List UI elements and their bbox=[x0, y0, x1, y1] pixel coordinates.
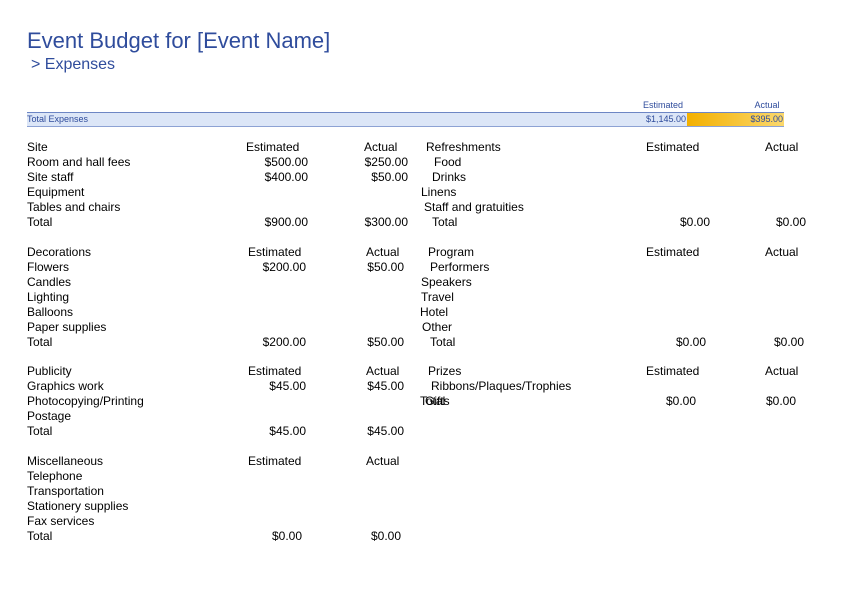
refreshments-actual-label: Actual bbox=[765, 140, 799, 154]
prizes-estimated-label: Estimated bbox=[646, 364, 700, 378]
misc-actual-label: Actual bbox=[366, 454, 400, 468]
site-estimated-label: Estimated bbox=[246, 140, 300, 154]
refreshments-item-label: Staff and gratuities bbox=[424, 200, 524, 214]
decorations-estimated-label: Estimated bbox=[248, 245, 302, 259]
site-item-actual: $50.00 bbox=[371, 170, 408, 184]
refreshments-total-estimated: $0.00 bbox=[679, 215, 710, 229]
publicity-total-label: Total bbox=[27, 424, 53, 438]
publicity-total-actual: $45.00 bbox=[367, 424, 404, 438]
misc-item-label: Fax services bbox=[27, 514, 95, 528]
site-item-estimated: $400.00 bbox=[264, 170, 308, 184]
decorations-actual-label: Actual bbox=[366, 245, 400, 259]
misc-estimated-label: Estimated bbox=[248, 454, 302, 468]
publicity-total-estimated: $45.00 bbox=[269, 424, 306, 438]
site-item-label: Site staff bbox=[27, 170, 74, 184]
prizes-item-label: Ribbons/Plaques/Trophies bbox=[431, 379, 572, 393]
site-total-estimated: $900.00 bbox=[264, 215, 308, 229]
program-item-label: Other bbox=[422, 320, 453, 334]
decorations-total-actual: $50.00 bbox=[367, 335, 404, 349]
publicity-item-label: Photocopying/Printing bbox=[27, 394, 144, 408]
site-item-estimated: $500.00 bbox=[264, 155, 308, 169]
program-total-label: Total bbox=[430, 335, 456, 349]
refreshments-item-label: Drinks bbox=[432, 170, 467, 184]
site-section-title: Site bbox=[27, 140, 48, 154]
total-expenses-label: Total Expenses bbox=[27, 114, 89, 124]
site-item-actual: $250.00 bbox=[364, 155, 408, 169]
publicity-item-estimated: $45.00 bbox=[269, 379, 306, 393]
decorations-item-actual: $50.00 bbox=[367, 260, 404, 274]
program-actual-label: Actual bbox=[765, 245, 799, 259]
prizes-total-estimated: $0.00 bbox=[665, 394, 696, 408]
site-item-label: Room and hall fees bbox=[27, 155, 131, 169]
program-item-label: Performers bbox=[430, 260, 490, 274]
site-total-label: Total bbox=[27, 215, 53, 229]
decorations-item-label: Candles bbox=[27, 275, 72, 289]
site-item-label: Equipment bbox=[27, 185, 85, 199]
decorations-section-title: Decorations bbox=[27, 245, 92, 259]
program-estimated-label: Estimated bbox=[646, 245, 700, 259]
misc-total-estimated: $0.00 bbox=[271, 529, 302, 543]
decorations-item-label: Lighting bbox=[27, 290, 70, 304]
estimated-column-header: Estimated bbox=[642, 100, 684, 110]
program-item-label: Hotel bbox=[420, 305, 449, 319]
program-total-estimated: $0.00 bbox=[675, 335, 706, 349]
misc-section-title: Miscellaneous bbox=[27, 454, 104, 468]
prizes-actual-label: Actual bbox=[765, 364, 799, 378]
misc-total-label: Total bbox=[27, 529, 53, 543]
misc-item-label: Stationery supplies bbox=[27, 499, 129, 513]
total-expenses-estimated: $1,145.00 bbox=[645, 114, 686, 124]
prizes-total-actual: $0.00 bbox=[765, 394, 796, 408]
total-expenses-bar: Total Expenses $1,145.00 $395.00 bbox=[27, 112, 784, 127]
page-subtitle: > Expenses bbox=[31, 56, 116, 73]
prizes-total-label: Total bbox=[420, 394, 446, 408]
decorations-item-label: Flowers bbox=[27, 260, 70, 274]
program-item-label: Travel bbox=[421, 290, 454, 304]
refreshments-total-label: Total bbox=[432, 215, 458, 229]
decorations-total-estimated: $200.00 bbox=[262, 335, 306, 349]
site-actual-label: Actual bbox=[364, 140, 398, 154]
decorations-item-label: Paper supplies bbox=[27, 320, 107, 334]
program-total-actual: $0.00 bbox=[773, 335, 804, 349]
misc-total-actual: $0.00 bbox=[370, 529, 401, 543]
refreshments-estimated-label: Estimated bbox=[646, 140, 700, 154]
publicity-item-label: Graphics work bbox=[27, 379, 104, 393]
decorations-item-estimated: $200.00 bbox=[262, 260, 306, 274]
publicity-estimated-label: Estimated bbox=[248, 364, 302, 378]
total-expenses-actual: $395.00 bbox=[750, 114, 783, 124]
refreshments-item-label: Food bbox=[434, 155, 462, 169]
misc-item-label: Transportation bbox=[27, 484, 104, 498]
program-section-title: Program bbox=[428, 245, 475, 259]
decorations-item-label: Balloons bbox=[27, 305, 74, 319]
publicity-actual-label: Actual bbox=[366, 364, 400, 378]
program-item-label: Speakers bbox=[421, 275, 472, 289]
publicity-item-label: Postage bbox=[27, 409, 72, 423]
refreshments-total-actual: $0.00 bbox=[775, 215, 806, 229]
page-title: Event Budget for [Event Name] bbox=[27, 28, 331, 53]
publicity-section-title: Publicity bbox=[27, 364, 72, 378]
site-total-actual: $300.00 bbox=[364, 215, 408, 229]
actual-column-header: Actual bbox=[754, 100, 780, 110]
misc-item-label: Telephone bbox=[27, 469, 83, 483]
refreshments-item-label: Linens bbox=[421, 185, 457, 199]
prizes-section-title: Prizes bbox=[428, 364, 462, 378]
decorations-total-label: Total bbox=[27, 335, 53, 349]
refreshments-section-title: Refreshments bbox=[426, 140, 501, 154]
publicity-item-actual: $45.00 bbox=[367, 379, 404, 393]
site-item-label: Tables and chairs bbox=[27, 200, 121, 214]
